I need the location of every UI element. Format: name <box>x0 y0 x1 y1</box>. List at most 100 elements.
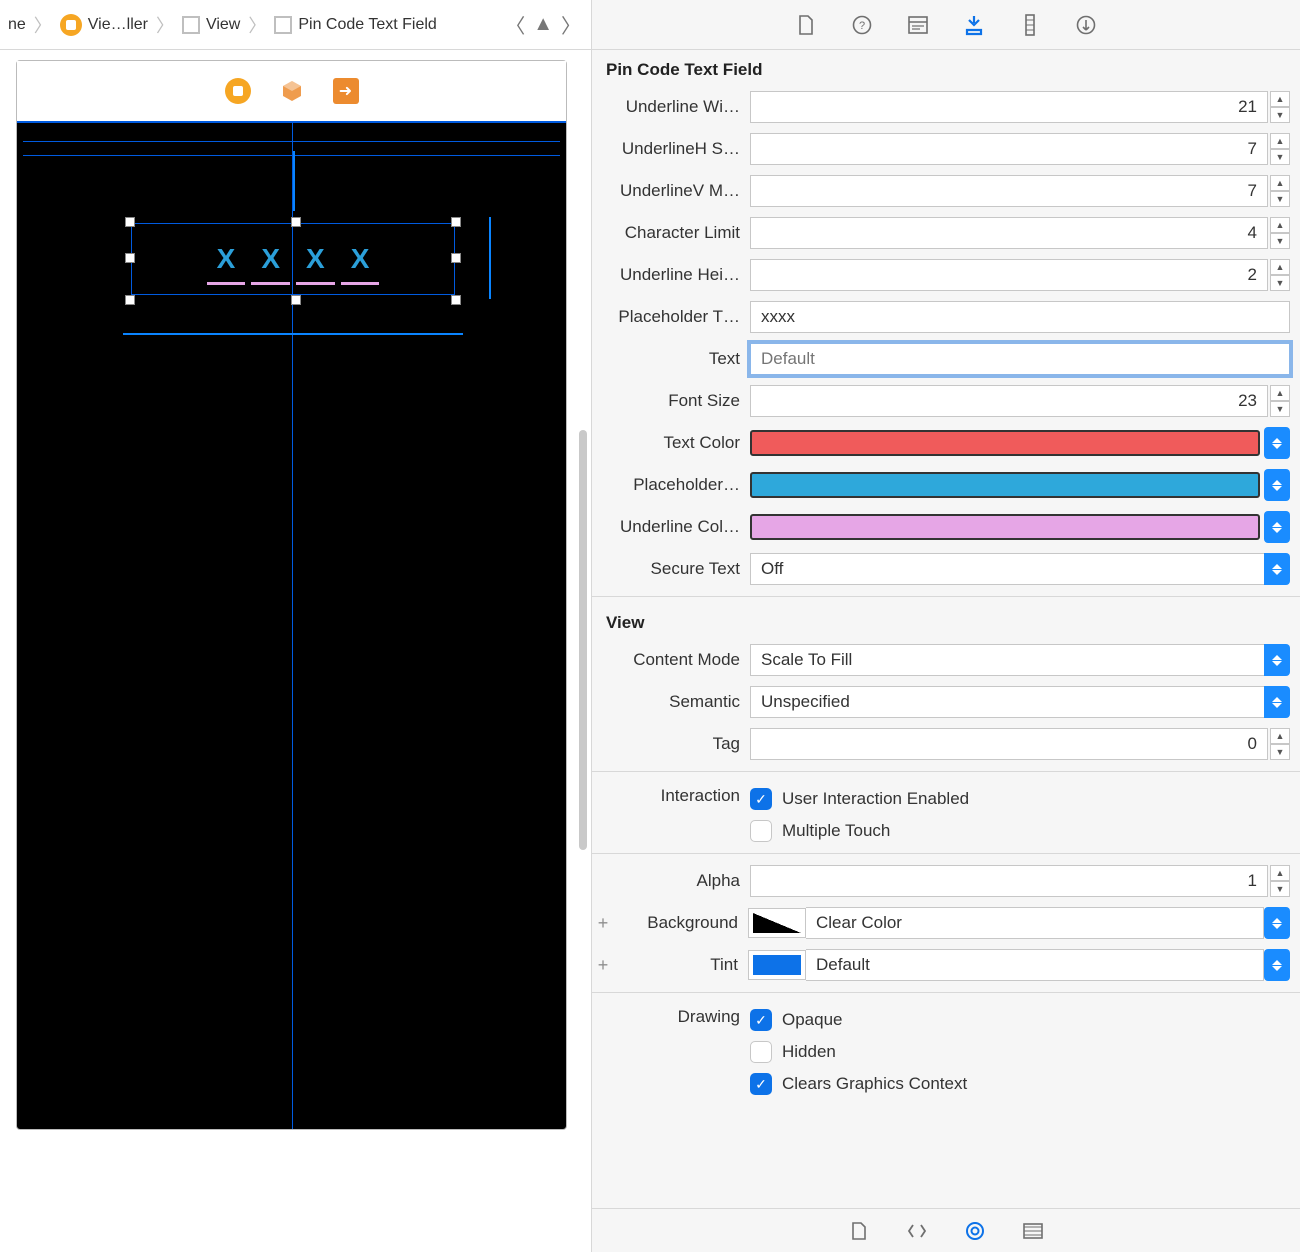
multiple-touch-label: Multiple Touch <box>782 821 890 841</box>
guide-horizontal <box>23 155 560 156</box>
placeholder-color-dropdown[interactable] <box>1264 469 1290 501</box>
underline-width-input[interactable] <box>750 91 1268 123</box>
nav-forward-icon[interactable]: 〉 <box>561 10 581 39</box>
semantic-dropdown[interactable] <box>1264 686 1290 718</box>
underlinev-margin-stepper[interactable]: ▲▼ <box>1270 175 1290 207</box>
label-interaction: Interaction <box>592 786 750 806</box>
clears-graphics-checkbox[interactable]: ✓ <box>750 1073 772 1095</box>
user-interaction-checkbox[interactable]: ✓ <box>750 788 772 810</box>
object-library-icon[interactable] <box>964 1220 986 1242</box>
breadcrumb-item-view[interactable]: View <box>178 14 244 36</box>
divider <box>592 596 1300 597</box>
canvas[interactable]: ➜ X X X X <box>0 50 591 1252</box>
label-underline-color: Underline Col… <box>592 517 750 537</box>
breadcrumb-item-viewcontroller[interactable]: Vie…ller <box>56 12 152 38</box>
connections-inspector-icon[interactable] <box>1075 14 1097 36</box>
label-drawing: Drawing <box>592 1007 750 1027</box>
warning-icon[interactable]: ▲ <box>533 13 553 36</box>
alpha-stepper[interactable]: ▲▼ <box>1270 865 1290 897</box>
tag-stepper[interactable]: ▲▼ <box>1270 728 1290 760</box>
nav-back-icon[interactable]: 〈 <box>505 10 525 39</box>
selection-handle[interactable] <box>451 253 461 263</box>
underlinev-margin-input[interactable] <box>750 175 1268 207</box>
file-inspector-icon[interactable] <box>795 14 817 36</box>
breadcrumb-label: Vie…ller <box>88 16 148 34</box>
exit-icon[interactable]: ➜ <box>333 78 359 104</box>
placeholder-color-well[interactable] <box>750 472 1260 498</box>
selection-handle[interactable] <box>291 217 301 227</box>
underlineh-spacing-stepper[interactable]: ▲▼ <box>1270 133 1290 165</box>
background-select[interactable]: Clear Color <box>806 907 1264 939</box>
text-color-well[interactable] <box>750 430 1260 456</box>
selection-handle[interactable] <box>125 253 135 263</box>
opaque-checkbox[interactable]: ✓ <box>750 1009 772 1031</box>
content-mode-select[interactable]: Scale To Fill <box>750 644 1265 676</box>
secure-text-dropdown[interactable] <box>1264 553 1290 585</box>
pin-code-text-field[interactable]: X X X X <box>113 211 473 311</box>
alpha-input[interactable] <box>750 865 1268 897</box>
constraint-top[interactable] <box>293 151 295 211</box>
section-title-pinfield: Pin Code Text Field <box>592 50 1300 86</box>
pin-char: X <box>217 243 236 275</box>
help-inspector-icon[interactable]: ? <box>851 14 873 36</box>
underline-height-stepper[interactable]: ▲▼ <box>1270 259 1290 291</box>
hidden-label: Hidden <box>782 1042 836 1062</box>
scene-entry-icon[interactable] <box>225 78 251 104</box>
tint-dropdown[interactable] <box>1264 949 1290 981</box>
underline-color-well[interactable] <box>750 514 1260 540</box>
size-inspector-icon[interactable] <box>1019 14 1041 36</box>
constraint-width[interactable] <box>123 333 463 335</box>
placeholder-text-input[interactable] <box>750 301 1290 333</box>
pin-box: X X X X <box>131 223 455 295</box>
character-limit-input[interactable] <box>750 217 1268 249</box>
semantic-select[interactable]: Unspecified <box>750 686 1265 718</box>
underlineh-spacing-input[interactable] <box>750 133 1268 165</box>
text-input[interactable] <box>750 343 1290 375</box>
character-limit-stepper[interactable]: ▲▼ <box>1270 217 1290 249</box>
media-library-icon[interactable] <box>1022 1220 1044 1242</box>
code-snippet-library-icon[interactable] <box>906 1220 928 1242</box>
add-tint-button[interactable]: + <box>592 955 614 976</box>
scrollbar[interactable] <box>579 430 587 850</box>
underline-width-stepper[interactable]: ▲▼ <box>1270 91 1290 123</box>
background-dropdown[interactable] <box>1264 907 1290 939</box>
divider <box>592 853 1300 854</box>
secure-text-select[interactable]: Off <box>750 553 1265 585</box>
font-size-stepper[interactable]: ▲▼ <box>1270 385 1290 417</box>
attributes-inspector-icon[interactable] <box>963 14 985 36</box>
background-swatch[interactable] <box>748 908 806 938</box>
constraint-height[interactable] <box>489 217 491 299</box>
hidden-checkbox[interactable] <box>750 1041 772 1063</box>
tint-swatch[interactable] <box>748 950 806 980</box>
content-mode-dropdown[interactable] <box>1264 644 1290 676</box>
selection-handle[interactable] <box>451 295 461 305</box>
first-responder-icon[interactable] <box>279 78 305 104</box>
guide-horizontal <box>23 141 560 142</box>
library-tabs <box>592 1208 1300 1252</box>
underline-height-input[interactable] <box>750 259 1268 291</box>
label-tint: Tint <box>614 955 748 975</box>
inspector-tabs: ? <box>592 0 1300 50</box>
breadcrumb-item-scene[interactable]: ne <box>4 14 30 36</box>
selection-handle[interactable] <box>291 295 301 305</box>
selection-handle[interactable] <box>125 217 135 227</box>
opaque-label: Opaque <box>782 1010 843 1030</box>
font-size-input[interactable] <box>750 385 1268 417</box>
pin-char: X <box>261 243 280 275</box>
pin-char: X <box>351 243 370 275</box>
selection-handle[interactable] <box>125 295 135 305</box>
label-font-size: Font Size <box>592 391 750 411</box>
breadcrumb-item-pinfield[interactable]: Pin Code Text Field <box>270 14 440 36</box>
underline-color-dropdown[interactable] <box>1264 511 1290 543</box>
label-underline-height: Underline Hei… <box>592 265 750 285</box>
text-color-dropdown[interactable] <box>1264 427 1290 459</box>
multiple-touch-checkbox[interactable] <box>750 820 772 842</box>
tint-select[interactable]: Default <box>806 949 1264 981</box>
device-view[interactable]: X X X X <box>17 121 566 1129</box>
add-background-button[interactable]: + <box>592 913 614 934</box>
identity-inspector-icon[interactable] <box>907 14 929 36</box>
file-template-library-icon[interactable] <box>848 1220 870 1242</box>
breadcrumb: ne 〉 Vie…ller 〉 View 〉 Pin Code Text Fie… <box>0 0 591 50</box>
tag-input[interactable] <box>750 728 1268 760</box>
selection-handle[interactable] <box>451 217 461 227</box>
